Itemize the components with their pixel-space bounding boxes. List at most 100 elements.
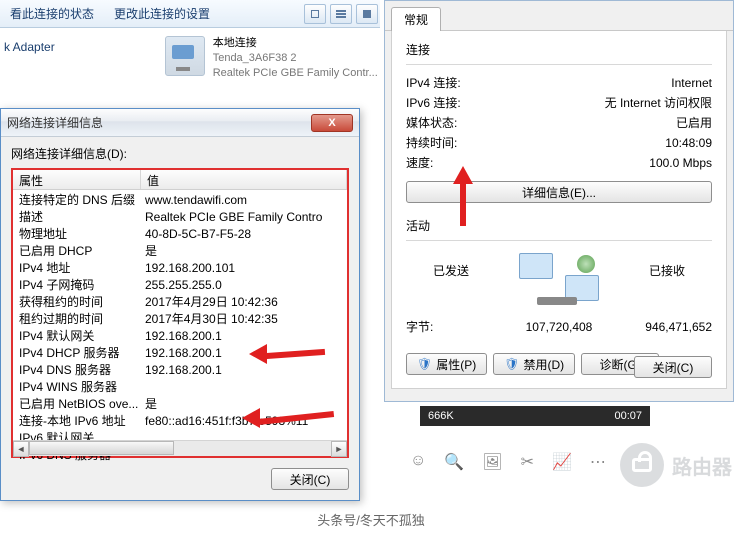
val-cell: 192.168.200.1 <box>141 328 347 345</box>
table-row[interactable]: 已启用 DHCP是 <box>13 243 347 260</box>
val-cell: 2017年4月29日 10:42:36 <box>141 294 347 311</box>
details-button[interactable]: 详细信息(E)... <box>406 181 712 203</box>
toolbar-view-status[interactable]: 看此连接的状态 <box>0 5 104 22</box>
prop-cell: IPv4 默认网关 <box>13 328 141 345</box>
close-icon[interactable]: X <box>311 114 353 132</box>
status-row: IPv6 连接:无 Internet 访问权限 <box>406 93 712 113</box>
val-cell: 2017年4月30日 10:42:35 <box>141 311 347 328</box>
credit-text: 头条号/冬天不孤独 <box>0 510 742 529</box>
connection-status-dialog: 常规 连接 IPv4 连接:InternetIPv6 连接:无 Internet… <box>384 0 734 402</box>
col-header-property[interactable]: 属性 <box>13 170 141 189</box>
table-row[interactable]: IPv4 地址192.168.200.101 <box>13 260 347 277</box>
table-row[interactable]: 租约过期的时间2017年4月30日 10:42:35 <box>13 311 347 328</box>
status-value: 100.0 Mbps <box>516 153 712 173</box>
prop-cell: IPv4 DNS 服务器 <box>13 362 141 379</box>
watermark-text: 路由器 <box>672 451 732 480</box>
prop-cell: 连接特定的 DNS 后缀 <box>13 192 141 209</box>
col-header-value[interactable]: 值 <box>141 170 347 189</box>
val-cell: 40-8D-5C-B7-F5-28 <box>141 226 347 243</box>
prop-cell: IPv4 地址 <box>13 260 141 277</box>
status-close-button[interactable]: 关闭(C) <box>634 356 712 378</box>
val-cell: 是 <box>141 243 347 260</box>
view-mode-icon-1[interactable] <box>304 4 326 24</box>
connection-ssid: Tenda_3A6F38 2 <box>213 51 378 66</box>
recv-label: 已接收 <box>622 262 712 279</box>
activity-icon <box>519 253 599 305</box>
scroll-right-icon[interactable]: ► <box>331 441 347 457</box>
toolbar: 看此连接的状态 更改此连接的设置 <box>0 0 380 28</box>
status-key: IPv4 连接: <box>406 73 516 93</box>
table-row[interactable]: 已启用 NetBIOS ove...是 <box>13 396 347 413</box>
trend-icon[interactable]: 📈 <box>552 452 572 472</box>
status-key: IPv6 连接: <box>406 93 516 113</box>
disable-button[interactable]: 🛡禁用(D) <box>493 353 575 375</box>
view-mode-icon-3[interactable] <box>356 4 378 24</box>
taskbar-fragment: 666K 00:07 <box>420 406 650 426</box>
section-connection: 连接 <box>406 41 712 58</box>
editor-iconrow: ☺ 🔍 🖼 ✂ 📈 ⋯ <box>410 452 606 472</box>
horizontal-scrollbar[interactable]: ◄ ► <box>13 440 347 456</box>
status-key: 持续时间: <box>406 133 516 153</box>
val-cell: Realtek PCIe GBE Family Contro <box>141 209 347 226</box>
emoji-icon[interactable]: ☺ <box>410 452 426 472</box>
status-row: 媒体状态:已启用 <box>406 113 712 133</box>
val-cell: www.tendawifi.com <box>141 192 347 209</box>
table-row[interactable]: IPv4 默认网关192.168.200.1 <box>13 328 347 345</box>
connection-icon <box>165 36 205 76</box>
task-size: 666K <box>428 410 454 422</box>
connection-item[interactable]: 本地连接 Tenda_3A6F38 2 Realtek PCIe GBE Fam… <box>55 28 378 98</box>
watermark: 路由器 <box>620 443 732 487</box>
scroll-thumb[interactable] <box>29 441 174 455</box>
bytes-label: 字节: <box>406 317 516 337</box>
status-key: 媒体状态: <box>406 113 516 133</box>
image-icon[interactable]: 🖼 <box>482 452 502 472</box>
more-icon[interactable]: ⋯ <box>590 452 606 472</box>
sent-label: 已发送 <box>406 262 496 279</box>
shield-icon: 🛡 <box>504 357 519 371</box>
network-detail-dialog: 网络连接详细信息 X 网络连接详细信息(D): 属性 值 连接特定的 DNS 后… <box>0 108 360 501</box>
tab-general[interactable]: 常规 <box>391 7 441 31</box>
table-row[interactable]: IPv4 WINS 服务器 <box>13 379 347 396</box>
prop-cell: IPv4 DHCP 服务器 <box>13 345 141 362</box>
view-mode-icon-2[interactable] <box>330 4 352 24</box>
status-value: 已启用 <box>516 113 712 133</box>
prop-cell: 描述 <box>13 209 141 226</box>
prop-cell: 连接-本地 IPv6 地址 <box>13 413 141 430</box>
recv-bytes: 946,471,652 <box>602 317 712 337</box>
scroll-left-icon[interactable]: ◄ <box>13 441 29 457</box>
prop-cell: 已启用 NetBIOS ove... <box>13 396 141 413</box>
dialog-title: 网络连接详细信息 <box>7 114 311 131</box>
status-value: 10:48:09 <box>516 133 712 153</box>
status-value: Internet <box>516 73 712 93</box>
table-row[interactable]: 连接特定的 DNS 后缀www.tendawifi.com <box>13 192 347 209</box>
table-row[interactable]: 物理地址40-8D-5C-B7-F5-28 <box>13 226 347 243</box>
cut-icon[interactable]: ✂ <box>521 452 534 472</box>
dialog-titlebar[interactable]: 网络连接详细信息 X <box>1 109 359 137</box>
task-time: 00:07 <box>614 410 642 422</box>
status-row: IPv4 连接:Internet <box>406 73 712 93</box>
lock-icon <box>632 458 652 472</box>
close-button[interactable]: 关闭(C) <box>271 468 349 490</box>
prop-cell: IPv4 WINS 服务器 <box>13 379 141 396</box>
connection-device: Realtek PCIe GBE Family Contr... <box>213 66 378 81</box>
prop-cell: 已启用 DHCP <box>13 243 141 260</box>
val-cell: 255.255.255.0 <box>141 277 347 294</box>
adapter-label: k Adapter <box>0 28 55 98</box>
status-row: 速度:100.0 Mbps <box>406 153 712 173</box>
sent-bytes: 107,720,408 <box>516 317 602 337</box>
prop-cell: IPv4 子网掩码 <box>13 277 141 294</box>
table-row[interactable]: IPv4 子网掩码255.255.255.0 <box>13 277 347 294</box>
val-cell: 192.168.200.101 <box>141 260 347 277</box>
val-cell <box>141 379 347 396</box>
properties-button[interactable]: 🛡属性(P) <box>406 353 487 375</box>
prop-cell: 租约过期的时间 <box>13 311 141 328</box>
status-row: 持续时间:10:48:09 <box>406 133 712 153</box>
toolbar-change-settings[interactable]: 更改此连接的设置 <box>104 5 220 22</box>
prop-cell: 物理地址 <box>13 226 141 243</box>
status-value: 无 Internet 访问权限 <box>516 93 712 113</box>
table-row[interactable]: IPv4 DNS 服务器192.168.200.1 <box>13 362 347 379</box>
table-row[interactable]: 获得租约的时间2017年4月29日 10:42:36 <box>13 294 347 311</box>
list-header: 属性 值 <box>13 170 347 190</box>
search-icon[interactable]: 🔍 <box>444 452 464 472</box>
table-row[interactable]: 描述Realtek PCIe GBE Family Contro <box>13 209 347 226</box>
